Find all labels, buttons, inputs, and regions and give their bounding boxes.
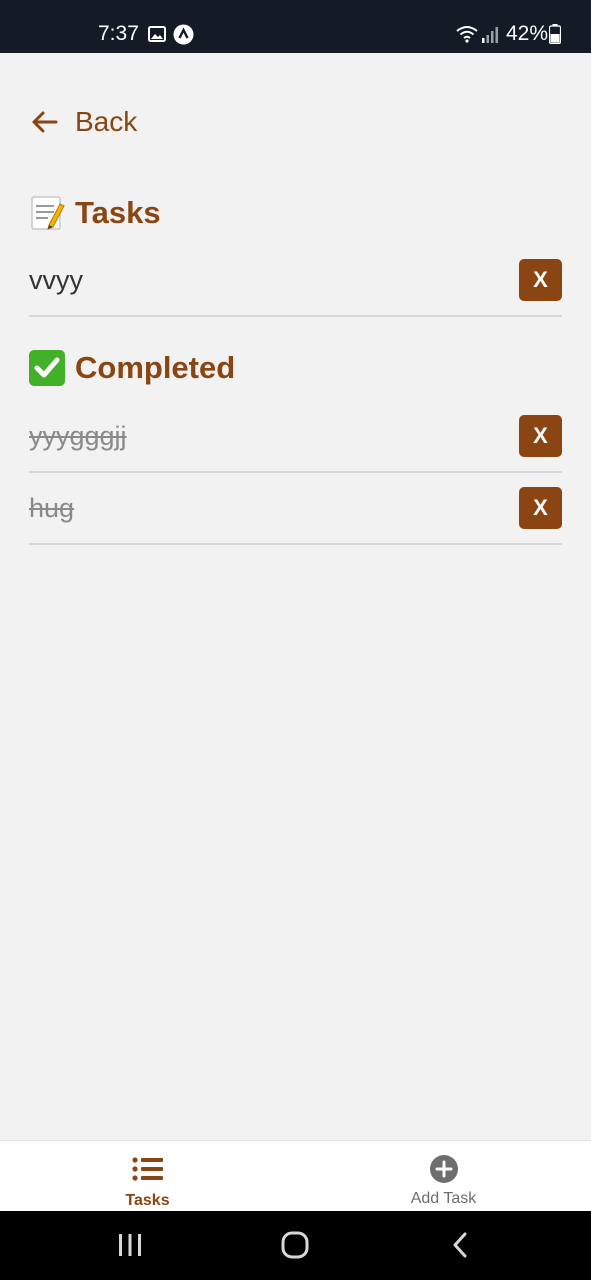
completed-task-row[interactable]: hug X	[29, 473, 562, 545]
tasks-section-title: Tasks	[28, 193, 161, 233]
system-nav-bar	[0, 1211, 591, 1280]
wifi-icon	[456, 26, 478, 43]
task-text: vvyy	[29, 265, 83, 295]
signal-icon	[482, 27, 498, 43]
check-mark-icon	[28, 349, 66, 387]
completed-task-text: yyyggg​jj	[29, 421, 127, 451]
status-time: 7:37	[98, 22, 139, 45]
bottom-tab-bar: Tasks Add Task	[0, 1140, 591, 1211]
completed-section-title: Completed	[28, 348, 235, 388]
completed-title: Completed	[75, 350, 236, 385]
home-icon[interactable]	[265, 1225, 325, 1265]
tab-add-task[interactable]: Add Task	[296, 1141, 591, 1212]
delete-task-button[interactable]: X	[519, 259, 562, 301]
gallery-icon	[148, 26, 166, 42]
main-content: Back Tasks vvyy X Completed yyyg	[0, 53, 591, 1140]
tasks-title: Tasks	[75, 195, 161, 230]
app-notification-icon	[173, 24, 194, 45]
delete-completed-task-button[interactable]: X	[519, 415, 562, 457]
list-icon	[131, 1155, 164, 1183]
battery-icon	[549, 24, 561, 44]
back-button[interactable]: Back	[30, 103, 170, 141]
tab-add-task-label: Add Task	[410, 1190, 477, 1207]
completed-task-row[interactable]: yyyggg​jj X	[29, 401, 562, 473]
recents-icon[interactable]	[100, 1225, 160, 1265]
memo-icon	[28, 194, 66, 232]
back-label: Back	[75, 106, 138, 137]
battery-percentage: 42%	[506, 22, 549, 45]
arrow-left-icon	[32, 111, 58, 133]
tab-tasks-label: Tasks	[125, 1192, 170, 1209]
tab-tasks[interactable]: Tasks	[0, 1141, 295, 1212]
task-row[interactable]: vvyy X	[29, 245, 562, 317]
back-nav-icon[interactable]	[430, 1225, 490, 1265]
plus-circle-icon	[428, 1155, 460, 1183]
completed-task-text: hug	[29, 493, 75, 523]
delete-completed-task-button[interactable]: X	[519, 487, 562, 529]
status-bar: 7:37 42%	[0, 0, 591, 53]
